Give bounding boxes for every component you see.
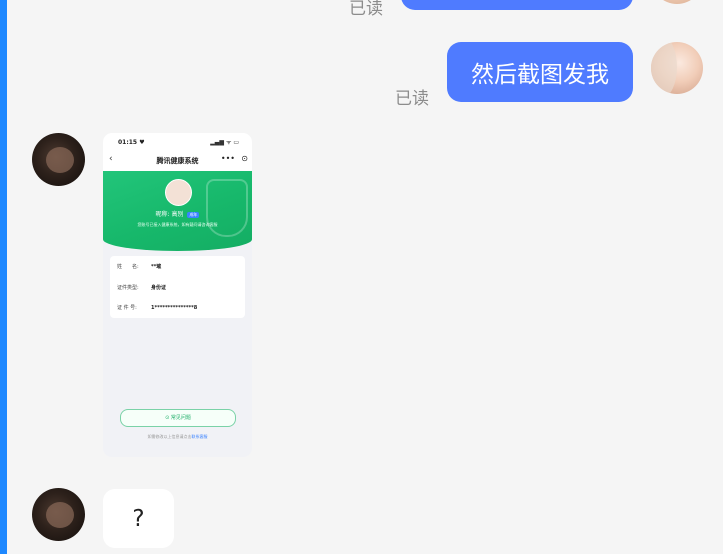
message-text: ? <box>132 505 145 532</box>
phone-status-icons: ▂▄▆ ᯤ ▭ <box>210 139 239 146</box>
message-text: 然后截图发我 <box>471 62 609 88</box>
phone-profile-avatar <box>165 179 192 206</box>
my-avatar[interactable] <box>651 42 703 94</box>
contact-avatar[interactable] <box>32 133 85 186</box>
row-value: 身份证 <box>151 285 167 291</box>
id-row-number: 证 件 号: 1***************8 <box>117 304 197 311</box>
nickname-value: 高别 <box>171 211 184 218</box>
phone-faq-button: ⊙ 常见问题 <box>120 409 236 427</box>
phone-nav-bar: ‹ 腾讯健康系统 ••• ⊙ <box>103 149 252 171</box>
footer-link: 联系客服 <box>191 434 208 439</box>
contact-avatar[interactable] <box>32 488 85 541</box>
row-label: 证件类型: <box>117 285 139 291</box>
message-bubble-incoming[interactable]: ? <box>103 489 174 548</box>
phone-status-time: 01:15 ♥ <box>118 139 145 146</box>
close-target-icon: ⊙ <box>241 154 248 163</box>
message-bubble-outgoing[interactable]: 然后截图发我 <box>447 42 633 102</box>
row-value: **璀 <box>151 264 162 270</box>
more-icon: ••• <box>220 154 235 163</box>
phone-id-card: 姓 名: **璀 证件类型: 身份证 证 件 号: 1***************8 <box>110 256 245 318</box>
nickname-label: 昵称: <box>155 211 170 218</box>
read-status-label: 已读 <box>349 0 383 19</box>
window-edge-accent <box>0 0 7 554</box>
footer-text: 如需修改以上信息请点击 <box>147 434 192 439</box>
message-bubble-partial[interactable] <box>401 0 633 10</box>
id-row-name: 姓 名: **璀 <box>117 263 161 270</box>
row-value: 1***************8 <box>151 305 198 311</box>
phone-footer-note: 如需修改以上信息请点击联系客服 <box>103 434 252 440</box>
age-badge: 成年 <box>187 212 200 218</box>
my-avatar[interactable] <box>651 0 703 4</box>
row-label: 证 件 号: <box>117 305 137 311</box>
shield-icon <box>206 179 248 237</box>
image-message[interactable]: 01:15 ♥ ▂▄▆ ᯤ ▭ ‹ 腾讯健康系统 ••• ⊙ 昵称: 高别 成年… <box>103 133 252 457</box>
phone-nickname-row: 昵称: 高别 成年 <box>103 209 252 218</box>
phone-hero-tip: 您账号已接入健康系统，如有疑问请咨询客服 <box>137 222 218 227</box>
id-row-type: 证件类型: 身份证 <box>117 284 166 291</box>
read-status-label: 已读 <box>395 89 429 109</box>
row-label: 姓 名: <box>117 264 139 270</box>
phone-status-bar: 01:15 ♥ ▂▄▆ ᯤ ▭ <box>103 133 252 149</box>
phone-profile-hero: 昵称: 高别 成年 您账号已接入健康系统，如有疑问请咨询客服 <box>103 171 252 251</box>
